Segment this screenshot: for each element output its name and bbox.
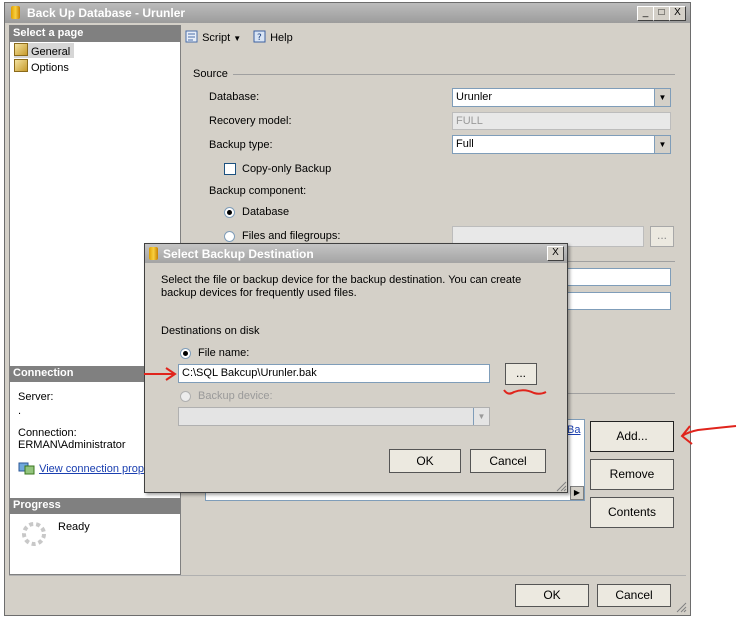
- backup-type-value: Full: [456, 138, 474, 150]
- resize-grip-icon[interactable]: [675, 601, 687, 613]
- file-name-label: File name:: [198, 347, 250, 359]
- recovery-model-field: FULL: [452, 112, 671, 130]
- backup-device-combo: ▼: [178, 407, 490, 426]
- window-title: Back Up Database - Urunler: [27, 6, 186, 20]
- dialog-cancel-button[interactable]: Cancel: [470, 449, 546, 473]
- destination-divider: [565, 261, 675, 262]
- backup-type-label: Backup type:: [209, 139, 273, 151]
- file-name-radio[interactable]: [180, 348, 191, 359]
- recovery-model-label: Recovery model:: [209, 115, 292, 127]
- dialog-ok-button[interactable]: OK: [389, 449, 461, 473]
- remove-button[interactable]: Remove: [590, 459, 674, 490]
- file-name-input[interactable]: C:\SQL Bakcup\Urunler.bak: [178, 364, 490, 383]
- source-group-label: Source: [193, 68, 228, 80]
- copy-only-checkbox[interactable]: [224, 163, 236, 175]
- component-files-radio[interactable]: [224, 231, 235, 242]
- page-item-label: General: [31, 46, 71, 58]
- database-icon: [149, 247, 158, 260]
- toolbar: Script ▼ ? Help: [181, 25, 686, 49]
- page-item-label: Options: [31, 62, 69, 74]
- cancel-button[interactable]: Cancel: [597, 584, 671, 607]
- view-connection-properties-link[interactable]: View connection prope: [39, 463, 150, 475]
- script-label: Script: [202, 32, 231, 44]
- page-icon: [14, 43, 28, 56]
- server-value: .: [18, 405, 22, 417]
- copy-only-label: Copy-only Backup: [242, 163, 332, 175]
- add-button[interactable]: Add...: [590, 421, 674, 452]
- backup-device-label: Backup device:: [198, 390, 273, 402]
- connection-label: Connection:: [18, 427, 77, 439]
- red-arrow-annotation-icon: [144, 367, 177, 381]
- component-database-radio[interactable]: [224, 207, 235, 218]
- maximize-button[interactable]: □: [653, 6, 670, 21]
- dialog-titlebar[interactable]: Select Backup Destination X: [145, 244, 567, 263]
- component-files-label: Files and filegroups:: [242, 230, 341, 242]
- select-backup-destination-dialog: Select Backup Destination X Select the f…: [144, 243, 568, 493]
- page-item-general[interactable]: General: [14, 43, 74, 58]
- help-button[interactable]: ? Help: [253, 30, 293, 44]
- component-database-label: Database: [242, 206, 290, 218]
- chevron-down-icon: ▼: [473, 408, 489, 425]
- view-connection-link-row[interactable]: View connection prope: [18, 461, 150, 475]
- destination-name-field[interactable]: [565, 268, 671, 286]
- ok-button[interactable]: OK: [515, 584, 589, 607]
- server-label: Server:: [18, 391, 54, 403]
- database-label: Database:: [209, 91, 260, 103]
- destination-description-field[interactable]: [565, 292, 671, 310]
- help-icon: ?: [253, 30, 266, 43]
- connection-properties-icon: [18, 462, 35, 475]
- backup-device-radio: [180, 391, 191, 402]
- connection-value: ERMAN\Administrator: [18, 439, 126, 451]
- window-titlebar[interactable]: Back Up Database - Urunler _ □ X: [5, 3, 690, 23]
- chevron-down-icon[interactable]: ▼: [654, 89, 670, 106]
- dialog-description: Select the file or backup device for the…: [161, 274, 522, 299]
- backup-component-label: Backup component:: [209, 185, 307, 197]
- red-arrow-annotation-icon: [680, 425, 737, 445]
- dialog-resize-grip-icon[interactable]: [555, 480, 567, 492]
- chevron-down-icon[interactable]: ▼: [654, 136, 670, 153]
- database-combo[interactable]: Urunler ▼: [452, 88, 671, 107]
- script-button[interactable]: Script ▼: [185, 30, 241, 44]
- database-value: Urunler: [456, 91, 493, 103]
- page-item-options[interactable]: Options: [14, 59, 69, 74]
- page-icon: [14, 59, 28, 72]
- minimize-button[interactable]: _: [637, 6, 654, 21]
- progress-status: Ready: [58, 521, 90, 533]
- filegroups-browse-button[interactable]: ...: [650, 226, 674, 247]
- progress-header: Progress: [10, 498, 180, 514]
- red-underline-annotation-icon: [503, 389, 547, 395]
- progress-spinner-icon: [22, 522, 46, 546]
- close-button[interactable]: X: [669, 6, 686, 21]
- dialog-title: Select Backup Destination: [163, 247, 314, 261]
- contents-button[interactable]: Contents: [590, 497, 674, 528]
- database-icon: [11, 6, 20, 19]
- script-icon: [185, 30, 198, 43]
- backup-type-combo[interactable]: Full ▼: [452, 135, 671, 154]
- select-page-header: Select a page: [10, 26, 180, 42]
- scroll-right-button[interactable]: ▶: [570, 486, 584, 500]
- file-browse-button[interactable]: ...: [505, 363, 537, 385]
- destinations-on-disk-label: Destinations on disk: [161, 325, 260, 337]
- footer-divider: [9, 575, 686, 576]
- dialog-close-button[interactable]: X: [547, 246, 564, 261]
- source-divider: [233, 74, 675, 75]
- destination-list-divider: [565, 393, 675, 394]
- chevron-down-icon: ▼: [233, 34, 242, 43]
- help-label: Help: [270, 32, 293, 44]
- svg-text:?: ?: [257, 33, 262, 43]
